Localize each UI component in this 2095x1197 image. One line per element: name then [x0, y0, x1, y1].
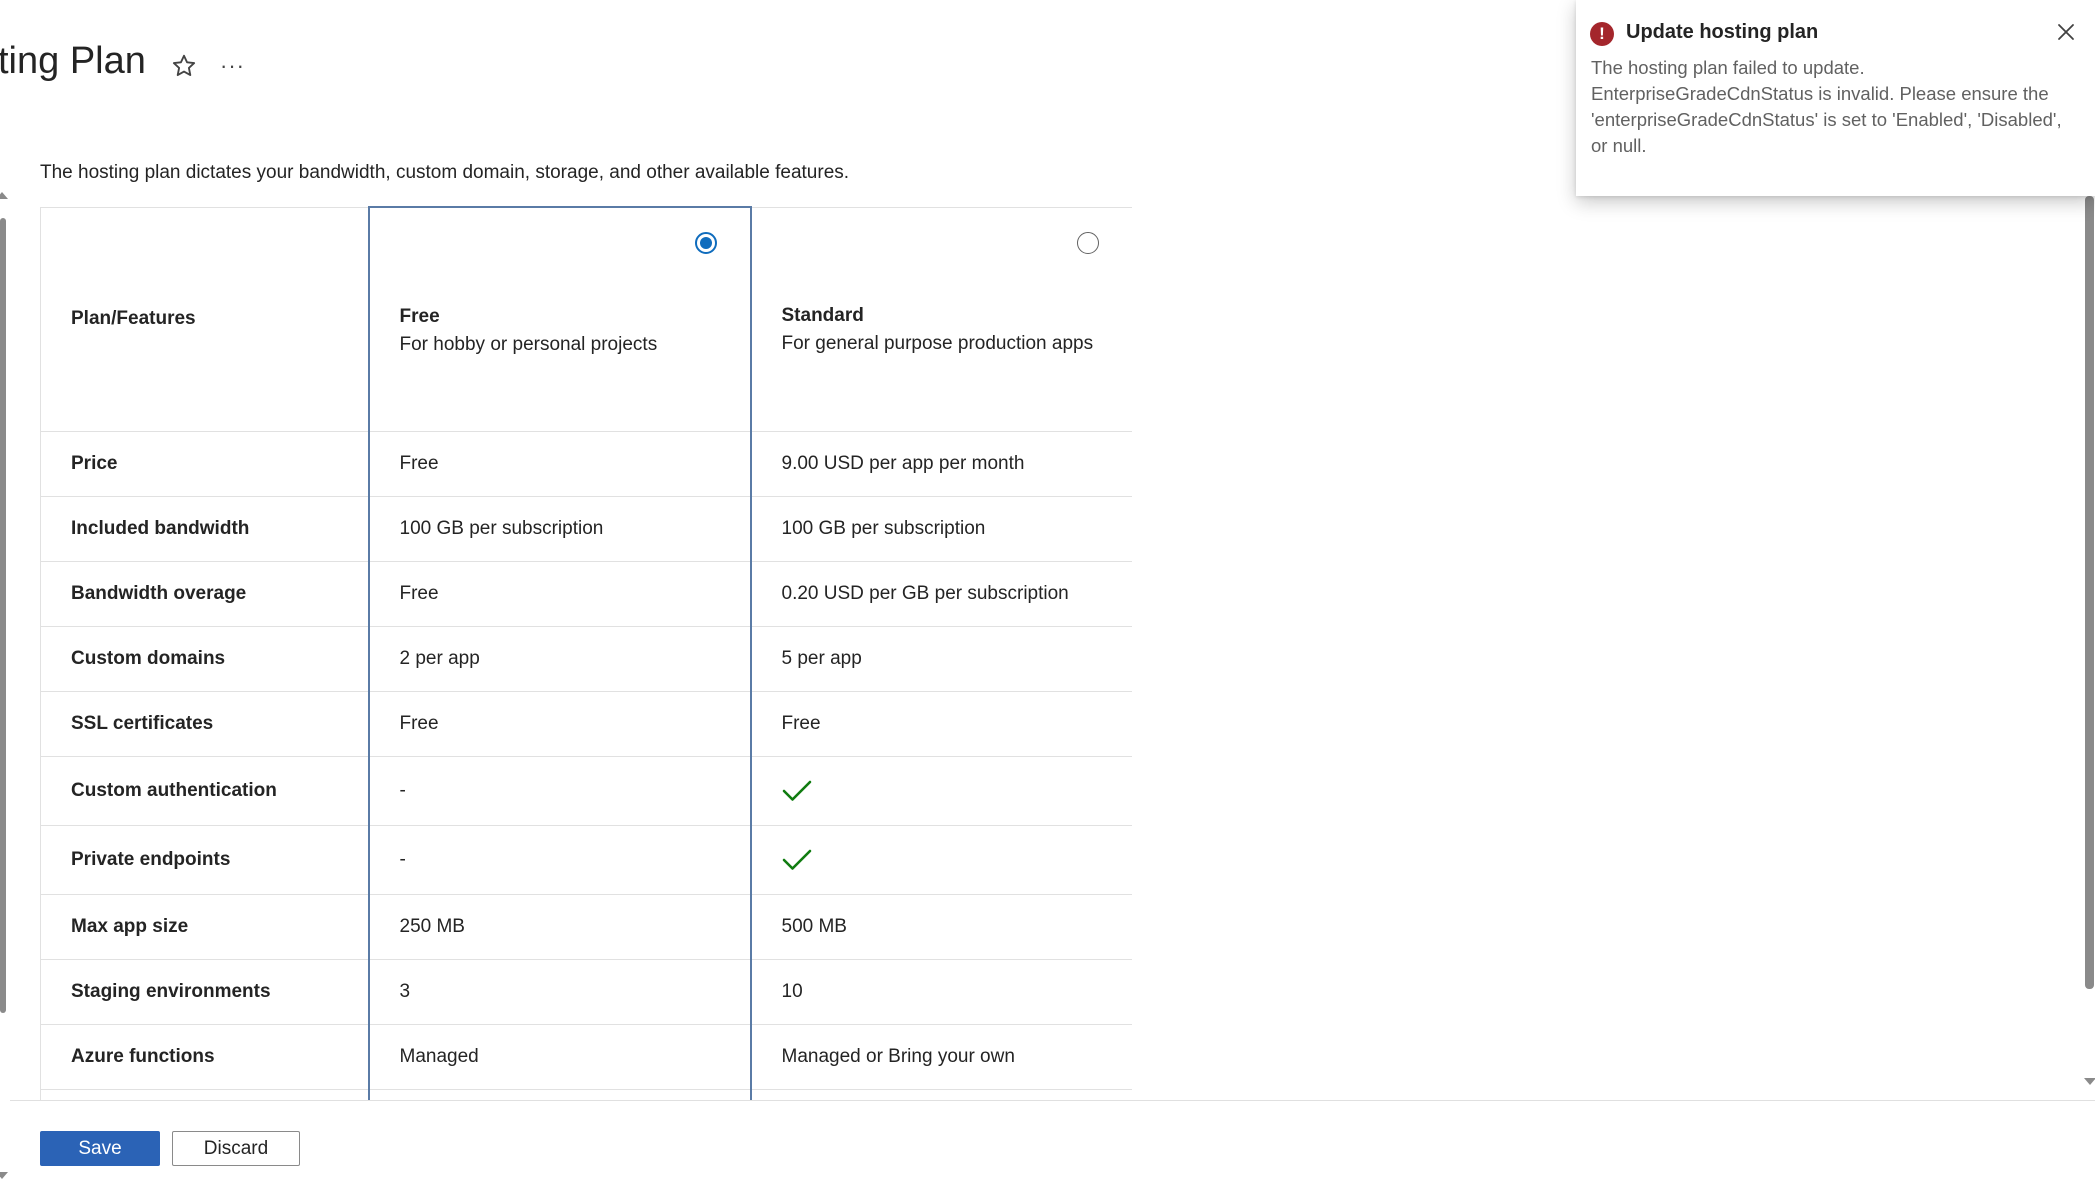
free-value: 3 — [367, 959, 752, 1025]
standard-value: Free — [750, 691, 1132, 757]
feature-label — [40, 1089, 369, 1100]
right-scrollbar[interactable] — [2085, 196, 2094, 989]
feature-label: Included bandwidth — [40, 496, 369, 562]
left-scrollbar[interactable] — [0, 218, 6, 1013]
standard-value — [750, 1089, 1132, 1100]
feature-label: Staging environments — [40, 959, 369, 1025]
table-row: Max app size 250 MB 500 MB — [40, 894, 1132, 960]
feature-label: SSL certificates — [40, 691, 369, 757]
more-options-icon[interactable]: ··· — [220, 52, 244, 80]
notification-line: 'enterpriseGradeCdnStatus' is set to 'En… — [1591, 109, 2062, 130]
free-value: Free — [367, 691, 752, 757]
plan-card-standard[interactable]: Standard For general purpose production … — [750, 206, 1132, 432]
left-scroll-up-arrow[interactable] — [0, 192, 8, 199]
close-icon[interactable] — [2054, 20, 2078, 44]
table-row: Included bandwidth 100 GB per subscripti… — [40, 496, 1132, 562]
notification-line: The hosting plan failed to update. — [1591, 57, 1865, 78]
discard-button[interactable]: Discard — [172, 1131, 300, 1166]
star-outline-icon[interactable] — [170, 52, 198, 80]
footer-divider — [10, 1100, 2095, 1101]
standard-value: Managed or Bring your own — [750, 1024, 1132, 1090]
plan-card-free[interactable]: Free For hobby or personal projects — [367, 206, 752, 432]
standard-value: 5 per app — [750, 626, 1132, 692]
standard-value — [750, 756, 1132, 826]
feature-label: Bandwidth overage — [40, 561, 369, 627]
notification-message: The hosting plan failed to update. Enter… — [1591, 55, 2091, 159]
save-button[interactable]: Save — [40, 1131, 160, 1166]
notification-title: Update hosting plan — [1626, 21, 1819, 43]
table-row: Price Free 9.00 USD per app per month — [40, 431, 1132, 497]
hosting-plan-page: ting Plan ··· The hosting plan dictates … — [0, 0, 2095, 1197]
free-value: Free — [367, 561, 752, 627]
error-icon: ! — [1590, 22, 1614, 46]
table-row: Bandwidth overage Free 0.20 USD per GB p… — [40, 561, 1132, 627]
feature-label: Custom domains — [40, 626, 369, 692]
page-title: ting Plan — [0, 40, 146, 82]
table-row: Staging environments 3 10 — [40, 959, 1132, 1025]
right-scroll-down-arrow[interactable] — [2084, 1078, 2095, 1085]
check-icon — [782, 780, 811, 801]
standard-value: 0.20 USD per GB per subscription — [750, 561, 1132, 627]
notification-line: or null. — [1591, 135, 1647, 156]
standard-value: 100 GB per subscription — [750, 496, 1132, 562]
table-row: Custom domains 2 per app 5 per app — [40, 626, 1132, 692]
plan-comparison-viewport[interactable]: Plan/Features Free For hobby or personal… — [40, 206, 1132, 1100]
check-icon — [782, 849, 811, 870]
free-value: Free — [367, 431, 752, 497]
free-value: 250 MB — [367, 894, 752, 960]
table-row: SSL certificates Free Free — [40, 691, 1132, 757]
table-row-partial — [40, 1089, 1132, 1100]
standard-value: 10 — [750, 959, 1132, 1025]
plan-name: Free — [399, 305, 440, 327]
plan-subtitle: For general purpose production apps — [781, 333, 1094, 355]
left-scroll-down-arrow[interactable] — [0, 1172, 8, 1179]
free-value: - — [367, 756, 752, 826]
free-value: Managed — [367, 1024, 752, 1090]
plan-description: The hosting plan dictates your bandwidth… — [40, 162, 850, 183]
plan-comparison-table: Plan/Features Free For hobby or personal… — [40, 206, 1132, 1100]
table-row: Azure functions Managed Managed or Bring… — [40, 1024, 1132, 1090]
free-value: 2 per app — [367, 626, 752, 692]
free-value: - — [367, 825, 752, 895]
error-notification: ! Update hosting plan The hosting plan f… — [1576, 0, 2095, 196]
standard-value: 500 MB — [750, 894, 1132, 960]
feature-label: Private endpoints — [40, 825, 369, 895]
table-header-row: Plan/Features Free For hobby or personal… — [40, 206, 1132, 432]
table-row: Private endpoints - — [40, 825, 1132, 895]
free-value — [367, 1089, 752, 1100]
feature-label: Custom authentication — [40, 756, 369, 826]
feature-label: Price — [40, 431, 369, 497]
free-value: 100 GB per subscription — [367, 496, 752, 562]
feature-label: Azure functions — [40, 1024, 369, 1090]
table-row: Custom authentication - — [40, 756, 1132, 826]
plan-radio-free[interactable] — [694, 232, 717, 254]
corner-header-cell: Plan/Features — [40, 206, 369, 432]
standard-value — [750, 825, 1132, 895]
plan-name: Standard — [781, 305, 864, 327]
notification-line: EnterpriseGradeCdnStatus is invalid. Ple… — [1591, 83, 2049, 104]
plan-subtitle: For hobby or personal projects — [399, 333, 658, 355]
standard-value: 9.00 USD per app per month — [750, 431, 1132, 497]
plan-radio-standard[interactable] — [1077, 231, 1099, 254]
feature-label: Max app size — [40, 894, 369, 960]
